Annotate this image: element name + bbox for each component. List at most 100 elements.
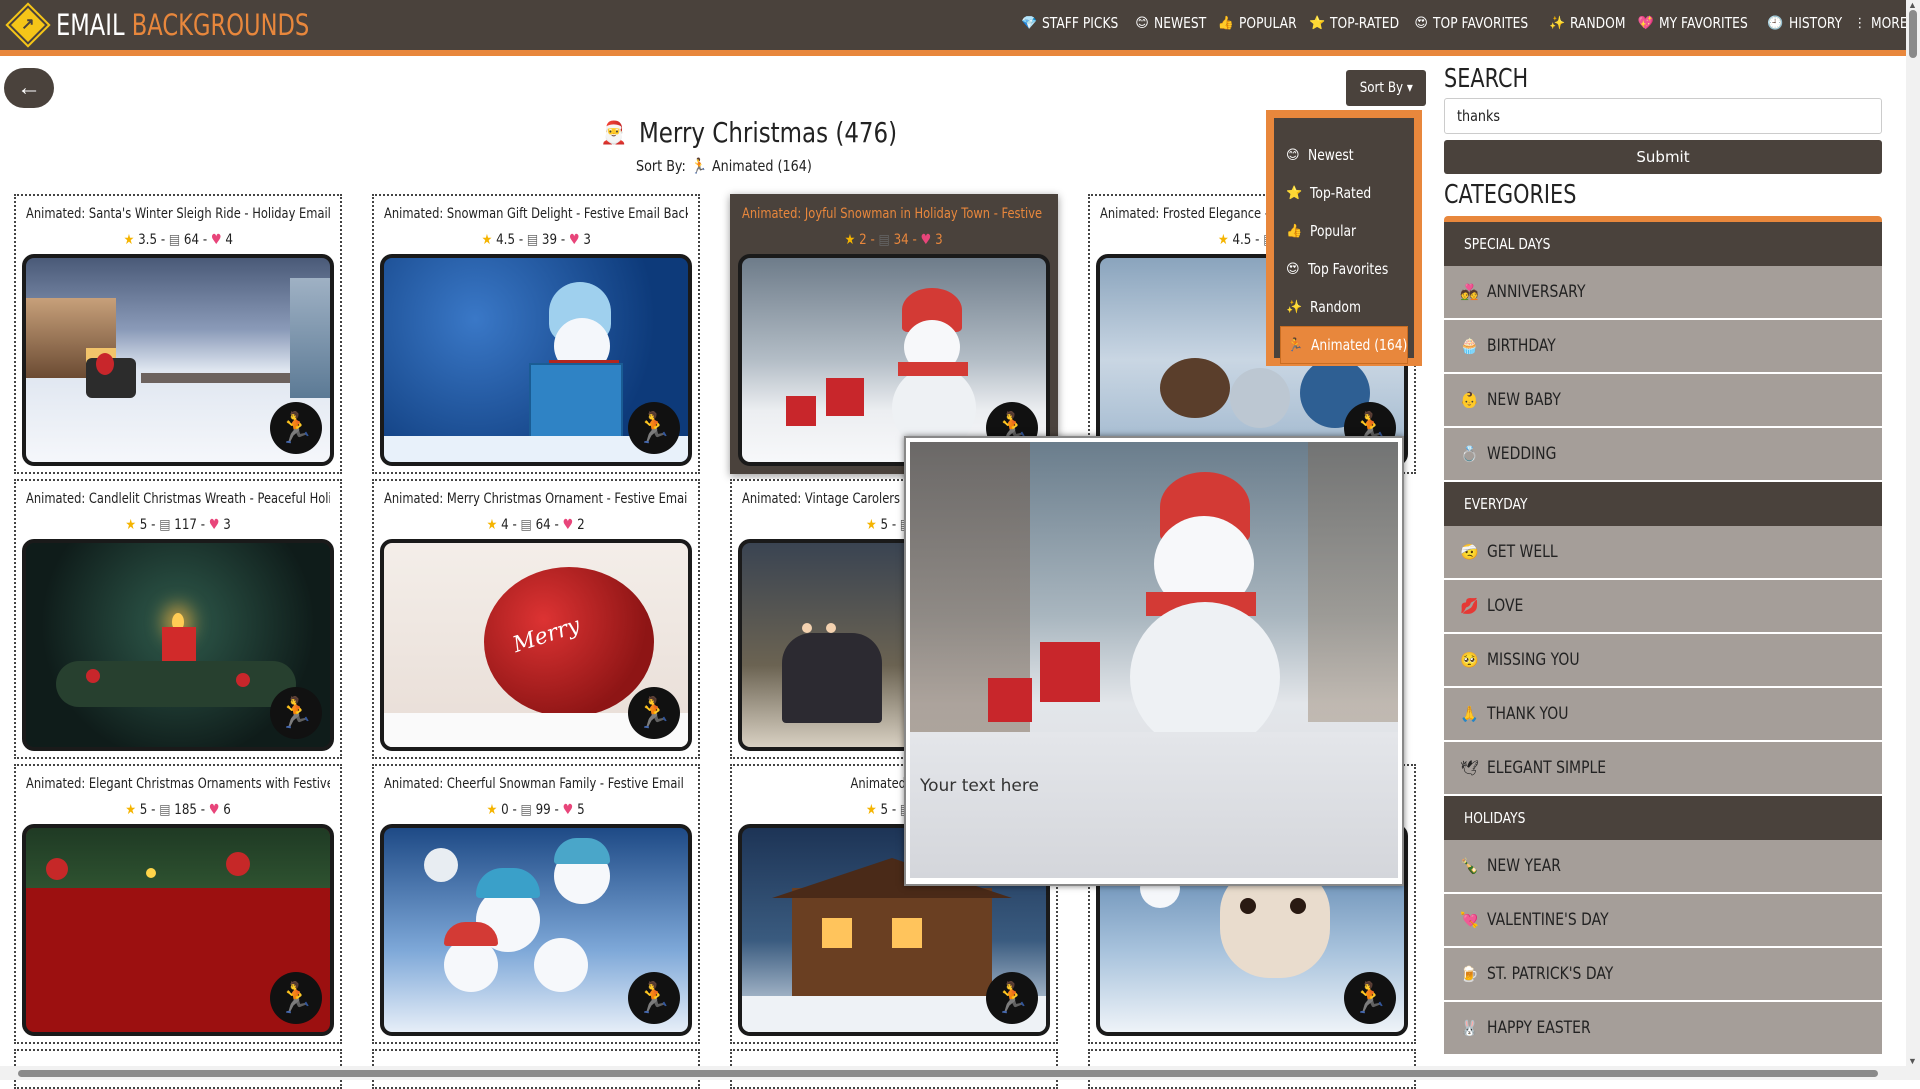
scroll-up-icon[interactable]: ▲ — [1908, 0, 1917, 10]
template-card[interactable]: Animated: Snowman Gift Delight - Festive… — [372, 194, 700, 474]
praying-hands-icon: 🙏 — [1460, 705, 1479, 723]
horizontal-scrollbar[interactable] — [0, 1066, 1906, 1080]
vertical-scrollbar[interactable]: ▲ ▼ — [1906, 0, 1920, 1080]
preview-text[interactable]: Your text here — [920, 776, 1039, 796]
star-icon: ★ — [1218, 232, 1229, 248]
category-item-st-patricks-day[interactable]: 🍺 ST. PATRICK'S DAY — [1444, 948, 1882, 1002]
smile-icon: 😊 — [1286, 147, 1300, 163]
category-item-love[interactable]: 💋 LOVE — [1444, 580, 1882, 634]
nav-more[interactable]: ⋮ MORE — [1853, 14, 1908, 32]
scrollbar-thumb[interactable] — [1909, 10, 1917, 58]
categories-list: SPECIAL DAYS 💑 ANNIVERSARY 🧁 BIRTHDAY 👶 NEW… — [1444, 216, 1882, 1072]
heart-eyes-icon: 😍 — [1414, 15, 1428, 31]
nav-newest[interactable]: 😊 NEWEST — [1135, 14, 1206, 32]
document-icon: ▤ — [159, 802, 171, 818]
nav-history[interactable]: 🕘 HISTORY — [1767, 14, 1841, 32]
star-icon: ★ — [125, 517, 136, 533]
sort-option-newest[interactable]: 😊 Newest — [1274, 136, 1414, 174]
card-image[interactable]: 🏃 — [22, 824, 334, 1036]
category-item-anniversary[interactable]: 💑 ANNIVERSARY — [1444, 266, 1882, 320]
category-item-valentines-day[interactable]: 💘 VALENTINE'S DAY — [1444, 894, 1882, 948]
template-preview-popup: Your text here — [904, 436, 1404, 886]
brand-name: EMAIL BACKGROUNDS — [56, 8, 310, 42]
animated-badge-icon: 🏃 — [270, 687, 322, 739]
categories-heading: CATEGORIES — [1444, 180, 1577, 210]
card-stats: ★ 4 - ▤ 64 - ♥ 2 — [486, 517, 585, 533]
nav-my-favorites[interactable]: 💖 MY FAVORITES — [1638, 14, 1753, 32]
document-icon: ▤ — [520, 802, 533, 818]
template-card[interactable]: Animated: Merry Christmas Ornament - Fes… — [372, 479, 700, 759]
card-title[interactable]: Animated: Cheerful Snowman Family - Fest… — [384, 776, 688, 792]
category-group-header: SPECIAL DAYS — [1444, 222, 1882, 266]
heart-icon: ♥ — [210, 232, 222, 248]
heart-icon: ♥ — [208, 802, 220, 818]
category-item-elegant-simple[interactable]: 🕊 ELEGANT SIMPLE — [1444, 742, 1882, 796]
star-icon: ⭐ — [1286, 185, 1303, 201]
star-icon: ★ — [123, 232, 134, 248]
back-button[interactable]: ← — [4, 68, 54, 108]
sort-option-popular[interactable]: 👍 Popular — [1274, 212, 1414, 250]
card-image[interactable]: 🏃 — [380, 824, 692, 1036]
bandaged-face-icon: 🤕 — [1460, 543, 1479, 561]
sparkles-icon: ✨ — [1549, 15, 1566, 31]
sort-option-random[interactable]: ✨ Random — [1274, 288, 1414, 326]
category-item-birthday[interactable]: 🧁 BIRTHDAY — [1444, 320, 1882, 374]
category-item-get-well[interactable]: 🤕 GET WELL — [1444, 526, 1882, 580]
nav-top-favorites[interactable]: 😍 TOP FAVORITES — [1414, 14, 1535, 32]
sort-option-top-favorites[interactable]: 😍 Top Favorites — [1274, 250, 1414, 288]
star-icon: ★ — [486, 517, 498, 533]
category-item-new-baby[interactable]: 👶 NEW BABY — [1444, 374, 1882, 428]
nav-staff-picks[interactable]: 💎 STAFF PICKS — [1021, 14, 1121, 32]
card-title[interactable]: Animated: Elegant Christmas Ornaments wi… — [26, 776, 330, 792]
card-image[interactable]: 🏃 — [738, 254, 1050, 466]
card-title[interactable]: Animated: Candlelit Christmas Wreath - P… — [26, 491, 330, 507]
template-card[interactable]: Animated: Santa's Winter Sleigh Ride - H… — [14, 194, 342, 474]
card-stats: ★ 4.5 - ▤ 39 - ♥ 3 — [481, 232, 591, 248]
animated-badge-icon: 🏃 — [628, 687, 680, 739]
template-card[interactable]: Animated: Elegant Christmas Ornaments wi… — [14, 764, 342, 1044]
card-stats: ★ 2 - ▤ 34 - ♥ 3 — [844, 232, 943, 248]
heart-icon: ♥ — [562, 517, 574, 533]
document-icon: ▤ — [520, 517, 533, 533]
sort-by-button[interactable]: Sort By ▾ — [1346, 70, 1426, 106]
category-item-new-year[interactable]: 🍾 NEW YEAR — [1444, 840, 1882, 894]
scrollbar-thumb[interactable] — [18, 1070, 1878, 1077]
template-card[interactable]: Animated: Candlelit Christmas Wreath - P… — [14, 479, 342, 759]
sort-option-animated[interactable]: 🏃 Animated (164) — [1280, 326, 1408, 364]
star-icon: ★ — [481, 232, 492, 248]
card-stats: ★ 0 - ▤ 99 - ♥ 5 — [486, 802, 585, 818]
card-image[interactable]: Merry 🏃 — [380, 539, 692, 751]
nav-popular[interactable]: 👍 POPULAR — [1218, 14, 1297, 32]
brand-diamond-icon: ↗ — [8, 5, 48, 45]
sparkles-icon: ✨ — [1286, 299, 1303, 315]
animated-badge-icon: 🏃 — [1344, 972, 1396, 1024]
category-item-wedding[interactable]: 💍 WEDDING — [1444, 428, 1882, 482]
brand-logo[interactable]: ↗ EMAIL BACKGROUNDS — [8, 5, 381, 45]
card-image[interactable]: 🏃 — [22, 539, 334, 751]
clock-icon: 🕘 — [1767, 15, 1784, 31]
nav-random[interactable]: ✨ RANDOM — [1549, 14, 1626, 32]
card-title[interactable]: Animated: Merry Christmas Ornament - Fes… — [384, 491, 688, 507]
card-image[interactable]: 🏃 — [380, 254, 692, 466]
scroll-down-icon[interactable]: ▼ — [1908, 1056, 1917, 1066]
card-title[interactable]: Animated: Snowman Gift Delight - Festive… — [384, 206, 688, 222]
card-title[interactable]: Animated: Santa's Winter Sleigh Ride - H… — [26, 206, 330, 222]
card-image[interactable]: 🏃 — [22, 254, 334, 466]
card-title[interactable]: Animated: Joyful Snowman in Holiday Town… — [742, 206, 1046, 222]
search-input[interactable]: thanks — [1444, 98, 1882, 134]
lips-icon: 💋 — [1460, 597, 1479, 615]
submit-button[interactable]: Submit — [1444, 140, 1882, 174]
diamond-icon: 💎 — [1020, 15, 1038, 31]
sort-dropdown-menu: 😊 Newest ⭐ Top-Rated 👍 Popular 😍 Top Favorit… — [1266, 110, 1422, 366]
sort-option-top-rated[interactable]: ⭐ Top-Rated — [1274, 174, 1414, 212]
category-item-missing-you[interactable]: 🥺 MISSING YOU — [1444, 634, 1882, 688]
smile-icon: 😊 — [1135, 15, 1149, 31]
template-card[interactable]: Animated: Cheerful Snowman Family - Fest… — [372, 764, 700, 1044]
search-heading: SEARCH — [1444, 64, 1529, 94]
template-card-hovered[interactable]: Animated: Joyful Snowman in Holiday Town… — [730, 194, 1058, 474]
nav-top-rated[interactable]: ⭐ TOP-RATED — [1309, 14, 1400, 32]
category-item-happy-easter[interactable]: 🐰 HAPPY EASTER — [1444, 1002, 1882, 1056]
current-sort: Sort By: 🏃 Animated (164) — [636, 157, 812, 175]
category-item-thank-you[interactable]: 🙏 THANK YOU — [1444, 688, 1882, 742]
more-vertical-icon: ⋮ — [1853, 15, 1867, 31]
